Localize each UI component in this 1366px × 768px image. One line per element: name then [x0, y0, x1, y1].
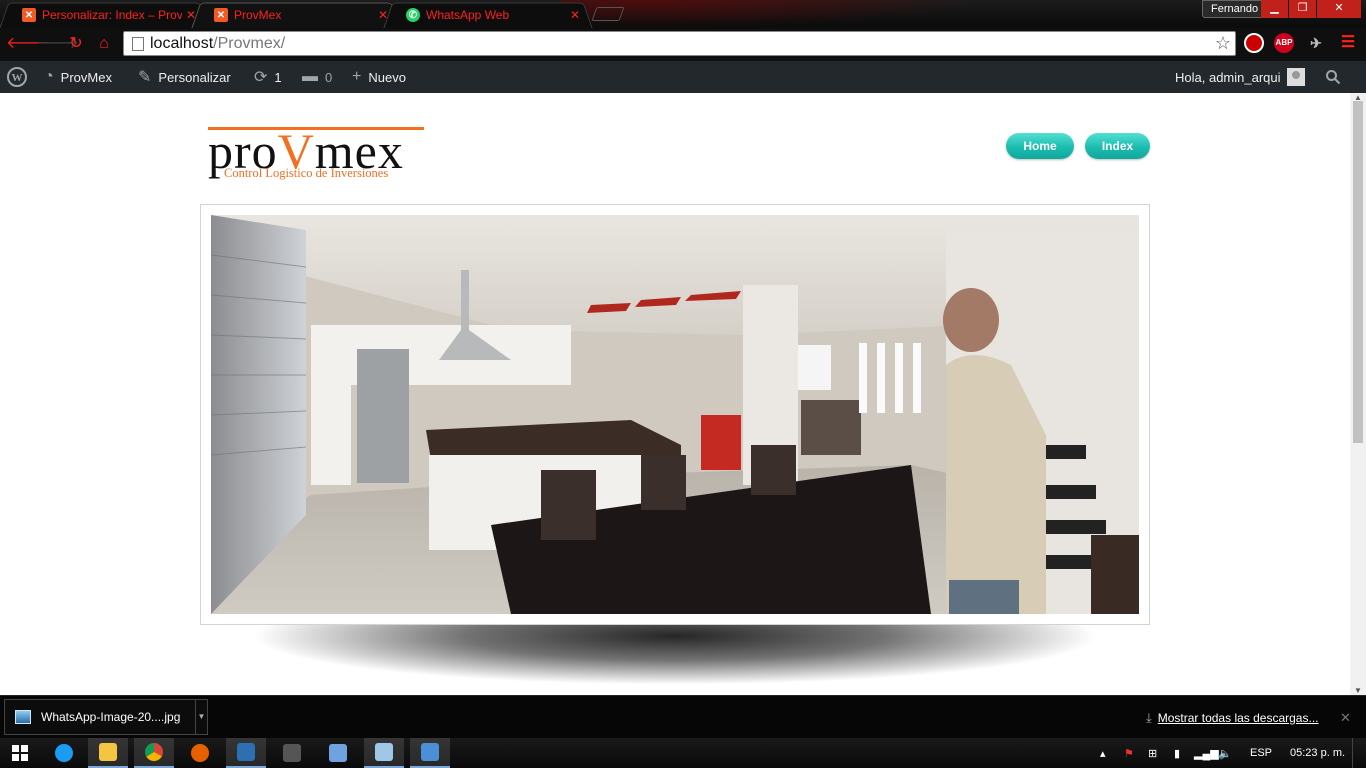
- window-controls: ▁ ❐ ✕: [1261, 0, 1361, 18]
- image-file-icon: [15, 710, 31, 724]
- new-tab-button[interactable]: [591, 7, 625, 21]
- comment-icon: ▬: [302, 68, 318, 85]
- slider-shadow: [250, 615, 1100, 685]
- notepad-icon[interactable]: [364, 738, 404, 768]
- updates-icon: ⟳: [254, 69, 268, 86]
- nav-home-button[interactable]: Home: [1006, 133, 1074, 159]
- xampp-icon: ✕: [214, 8, 228, 22]
- page-viewport: proVmex Control Logistico de Inversiones…: [0, 93, 1350, 695]
- file-explorer-icon[interactable]: [88, 738, 128, 768]
- show-desktop-button[interactable]: [1352, 738, 1366, 768]
- updates-link[interactable]: ⟳ 1: [254, 61, 282, 93]
- address-bar[interactable]: localhost /Provmex/ ☆: [123, 31, 1236, 56]
- back-arrow-icon[interactable]: 🡐: [6, 34, 49, 54]
- menu-icon[interactable]: ☰: [1338, 33, 1358, 53]
- dashboard-icon: ◔: [44, 68, 54, 85]
- wordpress-logo-icon[interactable]: W: [7, 61, 27, 93]
- download-item[interactable]: WhatsApp-Image-20....jpg ▼: [4, 699, 208, 735]
- forward-arrow-icon[interactable]: 🡒: [36, 34, 79, 54]
- site-name-link[interactable]: ◔ ProvMex: [44, 61, 112, 93]
- reload-icon[interactable]: ↻: [66, 34, 86, 54]
- home-icon[interactable]: ⌂: [94, 34, 114, 54]
- tab-personalizar[interactable]: ✕ Personalizar: Index – Prov ✕: [0, 2, 209, 28]
- wifi-icon[interactable]: ▂▄▆: [1194, 738, 1219, 768]
- site-logo[interactable]: proVmex Control Logistico de Inversiones: [208, 123, 428, 181]
- chrome-icon[interactable]: [134, 738, 174, 768]
- hero-slider: [200, 204, 1150, 625]
- comments-link[interactable]: ▬ 0: [302, 61, 332, 93]
- show-all-downloads-link[interactable]: ⤓ Mostrar todas las descargas...: [1146, 710, 1318, 726]
- url-path: /Provmex/: [213, 34, 286, 52]
- download-file-name: WhatsApp-Image-20....jpg: [41, 710, 181, 724]
- close-window-icon[interactable]: ✕: [1317, 0, 1361, 18]
- tab-title: WhatsApp Web: [426, 8, 510, 22]
- battery-icon[interactable]: ▮: [1174, 738, 1180, 768]
- browser-tabstrip: ✕ Personalizar: Index – Prov ✕ ✕ ProvMex…: [0, 0, 1366, 28]
- customize-link[interactable]: ✎ Personalizar: [138, 61, 231, 93]
- clock[interactable]: 05:23 p. m.: [1290, 738, 1345, 768]
- hero-image: [211, 215, 1139, 614]
- start-button[interactable]: [0, 738, 40, 768]
- shield-extension-icon[interactable]: [1244, 33, 1264, 53]
- wp-admin-bar: W ◔ ProvMex ✎ Personalizar ⟳ 1 ▬ 0 + Nue…: [0, 61, 1366, 93]
- scroll-down-icon[interactable]: ▼: [1354, 686, 1362, 695]
- firefox-icon[interactable]: [180, 738, 220, 768]
- nav-index-button[interactable]: Index: [1085, 133, 1150, 159]
- download-arrow-icon: ⤓: [1146, 710, 1152, 725]
- brush-icon: ✎: [138, 69, 152, 86]
- site-name: ProvMex: [60, 69, 112, 85]
- windows-icon[interactable]: ⊞: [1148, 738, 1157, 768]
- account-menu[interactable]: Hola, admin_arqui: [1175, 61, 1305, 93]
- minimize-icon[interactable]: ▁: [1261, 0, 1288, 18]
- cube-app-icon[interactable]: [318, 738, 358, 768]
- whatsapp-icon: ✆: [406, 8, 420, 22]
- search-icon[interactable]: [1325, 61, 1341, 93]
- close-icon[interactable]: ✕: [1340, 710, 1351, 726]
- avatar: [1286, 68, 1305, 86]
- download-shelf: WhatsApp-Image-20....jpg ▼ ⤓ Mostrar tod…: [0, 695, 1366, 738]
- svg-text:W: W: [12, 72, 23, 84]
- extension-icon[interactable]: ✈: [1306, 33, 1326, 53]
- tab-whatsapp[interactable]: ✆ WhatsApp Web ✕: [383, 2, 593, 28]
- remote-desktop-icon[interactable]: [410, 738, 450, 768]
- app-icon[interactable]: [272, 738, 312, 768]
- language-indicator[interactable]: ESP: [1250, 738, 1272, 768]
- tab-provmex[interactable]: ✕ ProvMex ✕: [191, 2, 401, 28]
- customize-label: Personalizar: [158, 69, 231, 85]
- windows-taskbar: ▴ ⚑ ⊞ ▮ ▂▄▆ 🔈 ESP 05:23 p. m.: [0, 738, 1366, 768]
- maximize-icon[interactable]: ❐: [1289, 0, 1316, 18]
- new-label: Nuevo: [368, 69, 406, 85]
- logo-tagline: Control Logistico de Inversiones: [224, 166, 389, 180]
- show-all-label: Mostrar todas las descargas...: [1157, 711, 1319, 725]
- chevron-down-icon[interactable]: ▼: [195, 700, 207, 734]
- page-icon: [132, 36, 144, 51]
- app-icon[interactable]: [226, 738, 266, 768]
- profile-button[interactable]: Fernando: [1202, 0, 1268, 18]
- plus-icon: +: [352, 68, 362, 85]
- scrollbar-thumb[interactable]: [1353, 101, 1363, 443]
- adblock-plus-icon[interactable]: ABP: [1274, 33, 1294, 53]
- url-host: localhost: [150, 34, 214, 52]
- xampp-icon: ✕: [22, 8, 36, 22]
- comments-count: 0: [325, 69, 333, 85]
- internet-explorer-icon[interactable]: [44, 738, 84, 768]
- bookmark-star-icon[interactable]: ☆: [1215, 33, 1231, 54]
- show-hidden-icons[interactable]: ▴: [1100, 738, 1106, 768]
- close-icon[interactable]: ✕: [570, 8, 580, 22]
- greeting: Hola, admin_arqui: [1175, 69, 1281, 85]
- tab-title: Personalizar: Index – Prov: [42, 8, 182, 22]
- page-scrollbar[interactable]: ▲ ▼: [1350, 93, 1366, 695]
- tab-title: ProvMex: [234, 8, 282, 22]
- volume-icon[interactable]: 🔈: [1218, 738, 1232, 768]
- updates-count: 1: [274, 69, 282, 85]
- network-warning-icon[interactable]: ⚑: [1124, 738, 1134, 768]
- new-content-link[interactable]: + Nuevo: [352, 61, 406, 93]
